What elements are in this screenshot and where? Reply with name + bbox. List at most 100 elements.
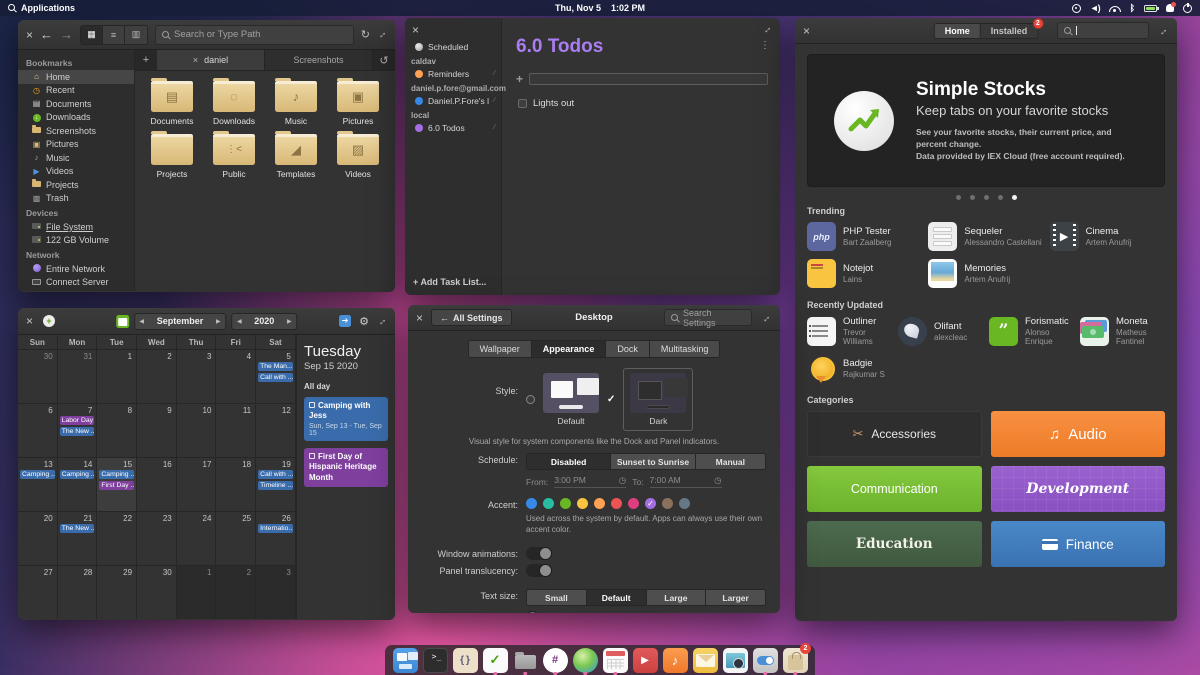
new-tab-button[interactable]: + bbox=[135, 50, 157, 70]
day-cell[interactable]: 24 bbox=[177, 512, 217, 565]
grid-view-icon[interactable]: ▦ bbox=[81, 25, 104, 44]
accent-mint[interactable] bbox=[543, 498, 554, 509]
day-cell[interactable]: 17 bbox=[177, 458, 217, 511]
day-cell[interactable]: 16 bbox=[137, 458, 177, 511]
style-default-radio[interactable] bbox=[526, 395, 535, 404]
column-view-icon[interactable]: ▥ bbox=[125, 25, 148, 44]
day-cell[interactable]: 30 bbox=[137, 566, 177, 619]
app-sequeler[interactable]: Sequeler Alessandro Castellani bbox=[928, 222, 1043, 251]
day-cell[interactable]: 20 bbox=[18, 512, 58, 565]
event-pill[interactable]: The Man... bbox=[258, 362, 293, 371]
tab-screenshots[interactable]: Screenshots bbox=[265, 50, 373, 70]
folder-downloads[interactable]: ◌ Downloads bbox=[203, 78, 265, 126]
accent-purple-selected[interactable]: ✓ bbox=[645, 498, 656, 509]
text-size-small[interactable]: Small bbox=[527, 590, 587, 606]
session-icon[interactable] bbox=[1183, 2, 1192, 13]
bluetooth-icon[interactable]: ᛒ bbox=[1130, 3, 1135, 13]
resize-icon[interactable]: ↔ bbox=[1156, 24, 1171, 39]
prev-month-icon[interactable]: ◀ bbox=[135, 318, 149, 325]
tab-installed[interactable]: Installed 2 bbox=[980, 18, 1044, 39]
app-moneta[interactable]: Moneta Matheus Fantinel bbox=[1080, 316, 1165, 346]
folder-music[interactable]: ♪ Music bbox=[265, 78, 327, 126]
close-tab-icon[interactable]: × bbox=[193, 55, 198, 65]
day-cell[interactable]: 26 Internatio... bbox=[256, 512, 296, 565]
appcenter-search-input[interactable] bbox=[1057, 22, 1149, 39]
app-badgie[interactable]: Badgie Rajkumar S bbox=[807, 354, 892, 383]
folder-pictures[interactable]: ▣ Pictures bbox=[327, 78, 389, 126]
day-cell[interactable]: 3 bbox=[256, 566, 296, 619]
next-month-icon[interactable]: ▶ bbox=[211, 318, 225, 325]
dock-icon-terminal[interactable]: >_ bbox=[422, 646, 448, 674]
sidebar-item-screenshots[interactable]: Screenshots bbox=[18, 124, 134, 138]
accent-orange[interactable] bbox=[594, 498, 605, 509]
day-cell[interactable]: 19 Call with ... Timeline ... bbox=[256, 458, 296, 511]
text-size-default[interactable]: Default bbox=[586, 590, 647, 606]
accent-pink[interactable] bbox=[628, 498, 639, 509]
forward-icon[interactable]: → bbox=[60, 27, 73, 42]
sidebar-item-volume[interactable]: 122 GB Volume bbox=[18, 234, 134, 248]
tab-dock[interactable]: Dock bbox=[606, 340, 650, 358]
category-communication[interactable]: Communication bbox=[807, 466, 982, 512]
tab-multitasking[interactable]: Multitasking bbox=[649, 340, 721, 358]
folder-projects[interactable]: Projects bbox=[141, 131, 203, 179]
all-settings-button[interactable]: ← All Settings bbox=[431, 309, 512, 326]
dock-icon-system-settings[interactable] bbox=[752, 646, 778, 675]
event-pill[interactable]: Camping ... bbox=[20, 470, 55, 479]
folder-templates[interactable]: ◢ Templates bbox=[265, 131, 327, 179]
sidebar-item-home[interactable]: ⌂ Home bbox=[18, 70, 134, 84]
day-cell[interactable]: 6 bbox=[18, 404, 58, 457]
accent-slate[interactable] bbox=[679, 498, 690, 509]
category-education[interactable]: Education bbox=[807, 521, 982, 567]
notifications-icon[interactable] bbox=[1166, 2, 1176, 12]
close-icon[interactable]: × bbox=[416, 312, 423, 324]
accent-blue[interactable] bbox=[526, 498, 537, 509]
sidebar-item-videos[interactable]: ▶ Videos bbox=[18, 165, 134, 179]
tab-home[interactable]: Home bbox=[933, 22, 981, 39]
category-finance[interactable]: Finance bbox=[990, 521, 1165, 567]
day-cell[interactable]: 7 Labor Day The New ... bbox=[58, 404, 98, 457]
category-accessories[interactable]: ✂ Accessories bbox=[807, 411, 982, 457]
event-pill[interactable]: The New ... bbox=[59, 427, 95, 436]
dock-icon-files[interactable] bbox=[512, 646, 538, 675]
day-cell[interactable]: 23 bbox=[137, 512, 177, 565]
day-cell[interactable]: 13 Camping ... bbox=[18, 458, 58, 511]
app-memories[interactable]: Memories Artem Anufrij bbox=[928, 259, 1043, 288]
day-cell[interactable]: 2 bbox=[216, 566, 257, 619]
schedule-disabled[interactable]: Disabled bbox=[527, 454, 612, 469]
style-dark-option[interactable]: Dark bbox=[623, 368, 694, 431]
day-cell[interactable]: 30 bbox=[18, 350, 58, 403]
text-size-large[interactable]: Large bbox=[646, 590, 707, 606]
schedule-sunset[interactable]: Sunset to Sunrise bbox=[611, 454, 696, 469]
day-cell[interactable]: 22 bbox=[97, 512, 138, 565]
resize-icon[interactable]: ↔ bbox=[760, 22, 775, 37]
dock-icon-code[interactable]: { } bbox=[452, 646, 478, 674]
folder-videos[interactable]: ▨ Videos bbox=[327, 131, 389, 179]
task-checkbox[interactable] bbox=[518, 99, 527, 108]
sidebar-item-projects[interactable]: Projects bbox=[18, 178, 134, 192]
resize-icon[interactable]: ↔ bbox=[375, 314, 390, 329]
dock-icon-slack[interactable]: # bbox=[542, 646, 568, 675]
new-task-input[interactable] bbox=[529, 73, 768, 85]
dock-icon-videos[interactable]: ▶ bbox=[632, 646, 658, 674]
style-default-option[interactable]: Default bbox=[543, 373, 599, 426]
day-cell-selected[interactable]: 15 Camping ... First Day ... bbox=[97, 458, 138, 511]
add-task-list-button[interactable]: + Add Task List... bbox=[413, 277, 486, 287]
close-icon[interactable]: × bbox=[26, 315, 33, 327]
tab-daniel[interactable]: × daniel bbox=[157, 50, 265, 70]
sidebar-item-pictures[interactable]: ▣ Pictures bbox=[18, 138, 134, 152]
next-year-icon[interactable]: ▶ bbox=[282, 318, 296, 325]
event-pill[interactable]: Camping ... bbox=[59, 470, 95, 479]
resize-icon[interactable]: ↔ bbox=[759, 311, 774, 326]
sidebar-item-trash[interactable]: ▩ Trash bbox=[18, 192, 134, 206]
day-cell[interactable]: 25 bbox=[216, 512, 257, 565]
back-icon[interactable]: ← bbox=[40, 27, 53, 42]
accessibility-icon[interactable] bbox=[1071, 3, 1081, 13]
day-cell[interactable]: 4 bbox=[216, 350, 257, 403]
tab-appearance[interactable]: Appearance bbox=[531, 340, 607, 358]
tab-wallpaper[interactable]: Wallpaper bbox=[467, 340, 532, 358]
folder-documents[interactable]: ▤ Documents bbox=[141, 78, 203, 126]
event-card-heritage[interactable]: First Day of Hispanic Heritage Month bbox=[304, 447, 388, 487]
sidebar-item-file-system[interactable]: File System bbox=[18, 220, 134, 234]
day-cell[interactable]: 28 bbox=[58, 566, 98, 619]
event-pill[interactable]: Call with ... bbox=[258, 470, 293, 479]
